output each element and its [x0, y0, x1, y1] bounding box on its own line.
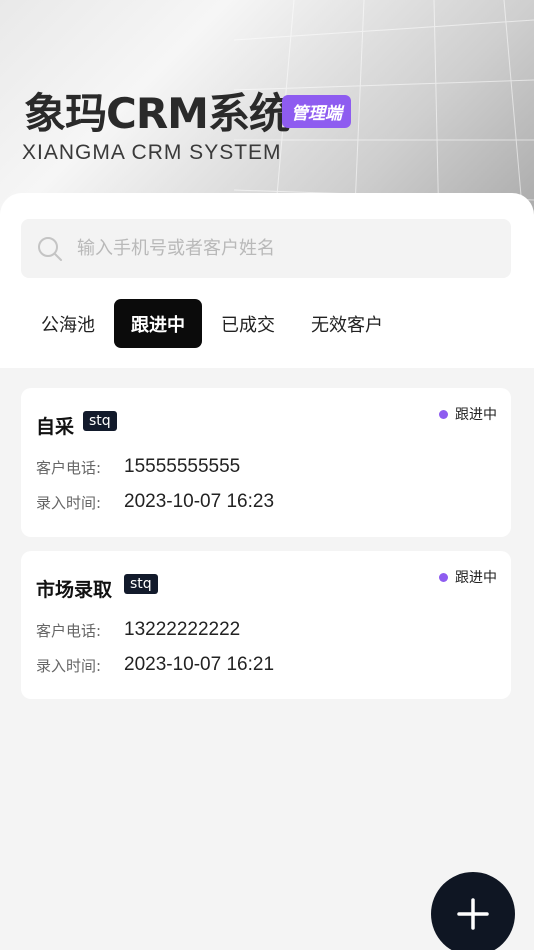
status-dot — [439, 409, 448, 419]
phone-row: 客户电话: 13222222222 — [36, 619, 240, 641]
customer-card[interactable]: 市场录取 stq 跟进中 客户电话: 13222222222 录入时间: 202… — [21, 551, 511, 699]
search-icon — [38, 236, 62, 261]
search-input[interactable] — [77, 238, 477, 259]
status-label: 跟进中 — [455, 570, 497, 586]
time-row: 录入时间: 2023-10-07 16:23 — [36, 491, 274, 513]
filter-panel: 公海池 跟进中 已成交 无效客户 — [0, 193, 534, 368]
customer-name: 市场录取 — [36, 579, 113, 601]
time-label: 录入时间: — [36, 493, 102, 512]
status-dot — [439, 572, 448, 582]
customer-card[interactable]: 自采 stq 跟进中 客户电话: 15555555555 录入时间: 2023-… — [21, 388, 511, 537]
tab-following[interactable]: 跟进中 — [114, 299, 202, 348]
app-subtitle: XIANGMA CRM SYSTEM — [22, 141, 282, 164]
time-value: 2023-10-07 16:21 — [124, 654, 275, 675]
admin-badge: 管理端 — [282, 95, 351, 128]
status-indicator: 跟进中 — [439, 567, 497, 587]
phone-label: 客户电话: — [36, 621, 102, 640]
time-value: 2023-10-07 16:23 — [124, 491, 275, 512]
customer-name: 自采 — [36, 416, 75, 438]
time-row: 录入时间: 2023-10-07 16:21 — [36, 654, 274, 676]
phone-row: 客户电话: 15555555555 — [36, 456, 240, 478]
tab-closed[interactable]: 已成交 — [204, 299, 292, 348]
time-label: 录入时间: — [36, 656, 102, 675]
status-label: 跟进中 — [455, 407, 497, 423]
tab-invalid[interactable]: 无效客户 — [294, 299, 400, 348]
plus-icon — [457, 898, 489, 930]
customer-tag: stq — [124, 574, 158, 594]
tab-public-pool[interactable]: 公海池 — [24, 299, 112, 348]
search-bar[interactable] — [21, 219, 511, 278]
customer-tag: stq — [83, 411, 117, 431]
add-customer-button[interactable] — [431, 872, 515, 950]
status-tabs: 公海池 跟进中 已成交 无效客户 — [24, 299, 402, 348]
phone-value: 13222222222 — [124, 619, 241, 640]
status-indicator: 跟进中 — [439, 404, 497, 424]
app-title: 象玛CRM系统 — [24, 89, 291, 138]
phone-value: 15555555555 — [124, 456, 241, 477]
phone-label: 客户电话: — [36, 458, 102, 477]
